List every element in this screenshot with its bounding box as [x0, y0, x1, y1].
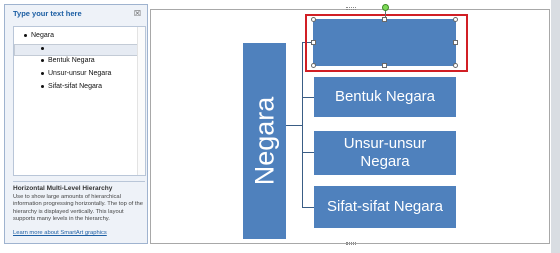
connector-child-3	[302, 152, 314, 153]
bullet-icon	[24, 33, 27, 37]
connector-child-2	[302, 97, 314, 98]
resize-handle-top[interactable]	[382, 17, 387, 22]
bullet-item-unsur-unsur-negara[interactable]: Unsur-unsur Negara	[41, 70, 111, 82]
bullet-icon	[41, 84, 44, 88]
resize-handle-bottom-right[interactable]	[453, 63, 458, 68]
bullet-item-label: Negara	[31, 32, 54, 39]
root-shape[interactable]: Negara	[243, 43, 286, 239]
bullet-item-label: Unsur-unsur Negara	[48, 70, 112, 77]
connector-trunk	[302, 42, 303, 207]
root-shape-label: Negara	[249, 96, 279, 186]
child-shape-label: Unsur-unsur Negara	[343, 135, 427, 170]
child-shape-bentuk-negara[interactable]: Bentuk Negara	[314, 77, 456, 117]
resize-handle-bottom[interactable]	[382, 63, 387, 68]
bullet-icon	[41, 58, 44, 62]
bullet-icon	[41, 71, 44, 75]
resize-handle-bottom-left[interactable]	[311, 63, 316, 68]
layout-description-title: Horizontal Multi-Level Hierarchy	[13, 185, 113, 192]
layout-description-body: Use to show large amounts of hierarchica…	[13, 194, 143, 222]
bullet-item-bentuk-negara[interactable]: Bentuk Negara	[41, 57, 95, 69]
connector-root	[286, 125, 302, 126]
resize-handle-left[interactable]	[311, 40, 316, 45]
connector-child-4	[302, 207, 314, 208]
resize-handle-top-left[interactable]	[311, 17, 316, 22]
resize-handle-right[interactable]	[453, 40, 458, 45]
text-pane: Type your text here ☒ Negara Bentuk Nega…	[4, 4, 148, 244]
bullet-item-empty[interactable]	[14, 44, 138, 56]
bullet-item-label: Sifat-sifat Negara	[48, 83, 103, 90]
child-shape-unsur-unsur-negara[interactable]: Unsur-unsur Negara	[314, 131, 456, 175]
close-icon[interactable]: ☒	[133, 9, 142, 18]
text-pane-editor[interactable]: Negara Bentuk Negara Unsur-unsur Negara …	[13, 26, 146, 176]
canvas-resize-grip-bottom[interactable]	[346, 242, 356, 245]
learn-more-link[interactable]: Learn more about SmartArt graphics	[13, 230, 107, 236]
text-pane-title: Type your text here	[13, 9, 82, 18]
bullet-item-sifat-sifat-negara[interactable]: Sifat-sifat Negara	[41, 83, 102, 95]
child-shape-sifat-sifat-negara[interactable]: Sifat-sifat Negara	[314, 186, 456, 228]
text-pane-header: Type your text here ☒	[5, 5, 147, 25]
child-shape-label: Sifat-sifat Negara	[327, 198, 443, 215]
child-shape-label: Bentuk Negara	[334, 88, 436, 105]
canvas-resize-grip-top[interactable]	[346, 7, 356, 10]
layout-description: Horizontal Multi-Level Hierarchy Use to …	[13, 181, 145, 223]
resize-handle-top-right[interactable]	[453, 17, 458, 22]
bullet-icon	[41, 46, 44, 50]
window-right-margin	[551, 0, 560, 253]
text-pane-scrollbar[interactable]	[137, 27, 145, 175]
bullet-item-label: Bentuk Negara	[48, 57, 95, 64]
bullet-item-negara[interactable]: Negara	[24, 32, 54, 44]
rotate-handle-icon[interactable]	[382, 4, 389, 11]
